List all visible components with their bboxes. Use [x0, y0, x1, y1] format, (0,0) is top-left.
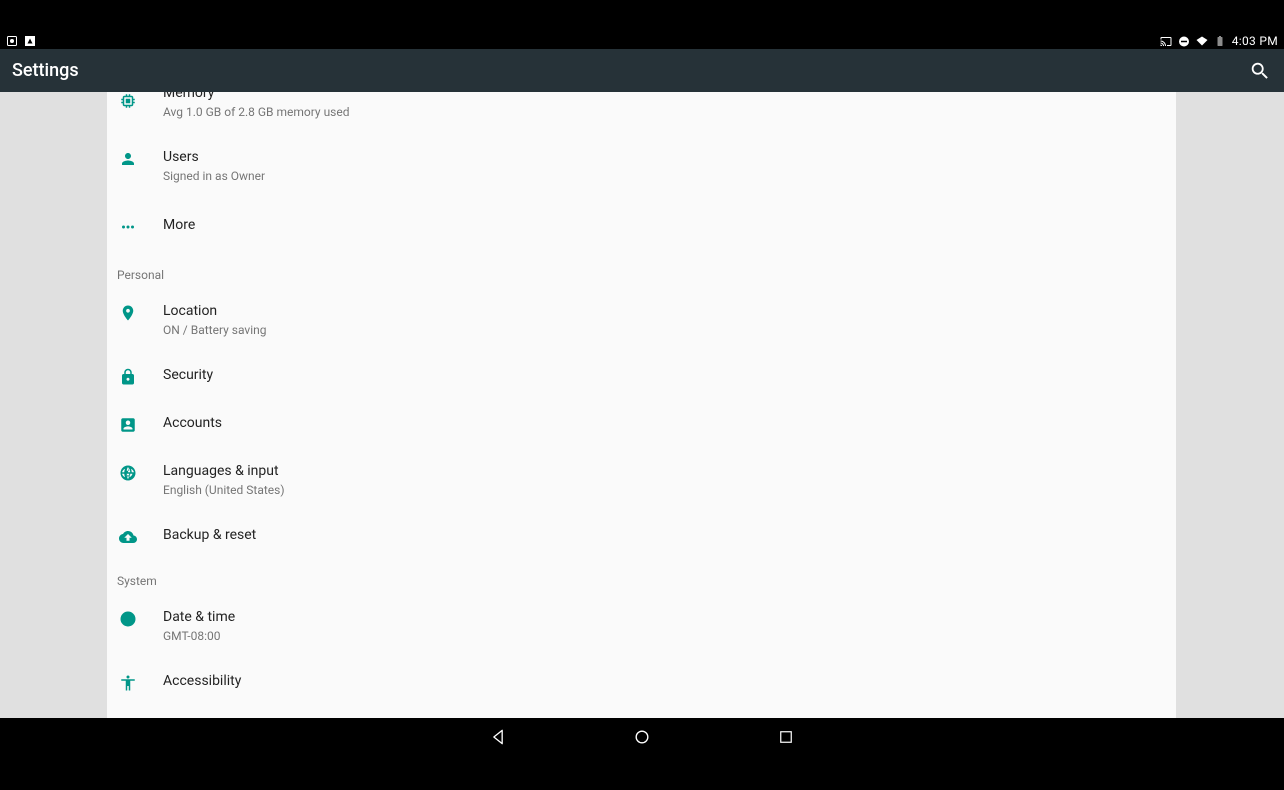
- notification-icon-1: [6, 35, 18, 47]
- nav-home-button[interactable]: [630, 725, 654, 749]
- section-header-system: System: [107, 560, 1176, 594]
- settings-item-title: Users: [163, 148, 1160, 166]
- section-header-personal: Personal: [107, 254, 1176, 288]
- settings-item-datetime[interactable]: Date & time GMT-08:00: [107, 594, 1176, 658]
- accessibility-icon: [117, 672, 163, 692]
- search-button[interactable]: [1248, 59, 1272, 83]
- back-icon: [488, 727, 508, 747]
- settings-item-printing[interactable]: Printing 0 print jobs: [107, 706, 1176, 718]
- settings-item-subtitle: ON / Battery saving: [163, 322, 1160, 338]
- lock-icon: [117, 366, 163, 386]
- settings-item-title: More: [163, 216, 1160, 234]
- settings-item-title: Languages & input: [163, 462, 1160, 480]
- status-bar[interactable]: 4:03 PM: [0, 33, 1284, 49]
- app-bar: Settings: [0, 49, 1284, 92]
- location-icon: [117, 302, 163, 322]
- recent-icon: [777, 728, 795, 746]
- settings-item-backup[interactable]: Backup & reset: [107, 512, 1176, 560]
- more-horiz-icon: [117, 216, 163, 236]
- settings-item-security[interactable]: Security: [107, 352, 1176, 400]
- settings-item-title: Accounts: [163, 414, 1160, 432]
- settings-item-title: Location: [163, 302, 1160, 320]
- notification-icon-2: [24, 35, 36, 47]
- settings-item-memory[interactable]: Memory Avg 1.0 GB of 2.8 GB memory used: [107, 92, 1176, 134]
- settings-item-subtitle: Signed in as Owner: [163, 168, 1160, 184]
- settings-item-accessibility[interactable]: Accessibility: [107, 658, 1176, 706]
- app-title: Settings: [12, 60, 79, 81]
- battery-icon: [1214, 35, 1226, 47]
- settings-item-title: Security: [163, 366, 1160, 384]
- settings-item-title: Accessibility: [163, 672, 1160, 690]
- settings-item-title: Memory: [163, 92, 1160, 102]
- settings-item-languages[interactable]: Languages & input English (United States…: [107, 448, 1176, 512]
- wifi-icon: [1196, 35, 1208, 47]
- content-background: Memory Avg 1.0 GB of 2.8 GB memory used …: [0, 92, 1284, 718]
- settings-item-title: Backup & reset: [163, 526, 1160, 544]
- nav-recent-button[interactable]: [774, 725, 798, 749]
- settings-item-more[interactable]: More: [107, 198, 1176, 254]
- cast-icon: [1160, 35, 1172, 47]
- settings-item-subtitle: GMT-08:00: [163, 628, 1160, 644]
- account-box-icon: [117, 414, 163, 434]
- settings-panel: Memory Avg 1.0 GB of 2.8 GB memory used …: [107, 92, 1176, 718]
- language-icon: [117, 462, 163, 482]
- home-icon: [632, 727, 652, 747]
- settings-item-subtitle: English (United States): [163, 482, 1160, 498]
- nav-back-button[interactable]: [486, 725, 510, 749]
- settings-item-accounts[interactable]: Accounts: [107, 400, 1176, 448]
- settings-item-subtitle: Avg 1.0 GB of 2.8 GB memory used: [163, 104, 1160, 120]
- clock-icon: [117, 608, 163, 628]
- status-time: 4:03 PM: [1232, 34, 1278, 48]
- navigation-bar: [0, 718, 1284, 756]
- backup-icon: [117, 526, 163, 546]
- person-icon: [117, 148, 163, 168]
- settings-item-users[interactable]: Users Signed in as Owner: [107, 134, 1176, 198]
- memory-icon: [117, 92, 163, 110]
- search-icon: [1249, 60, 1271, 82]
- settings-list: Memory Avg 1.0 GB of 2.8 GB memory used …: [107, 92, 1176, 718]
- settings-item-title: Date & time: [163, 608, 1160, 626]
- dnd-icon: [1178, 35, 1190, 47]
- settings-item-location[interactable]: Location ON / Battery saving: [107, 288, 1176, 352]
